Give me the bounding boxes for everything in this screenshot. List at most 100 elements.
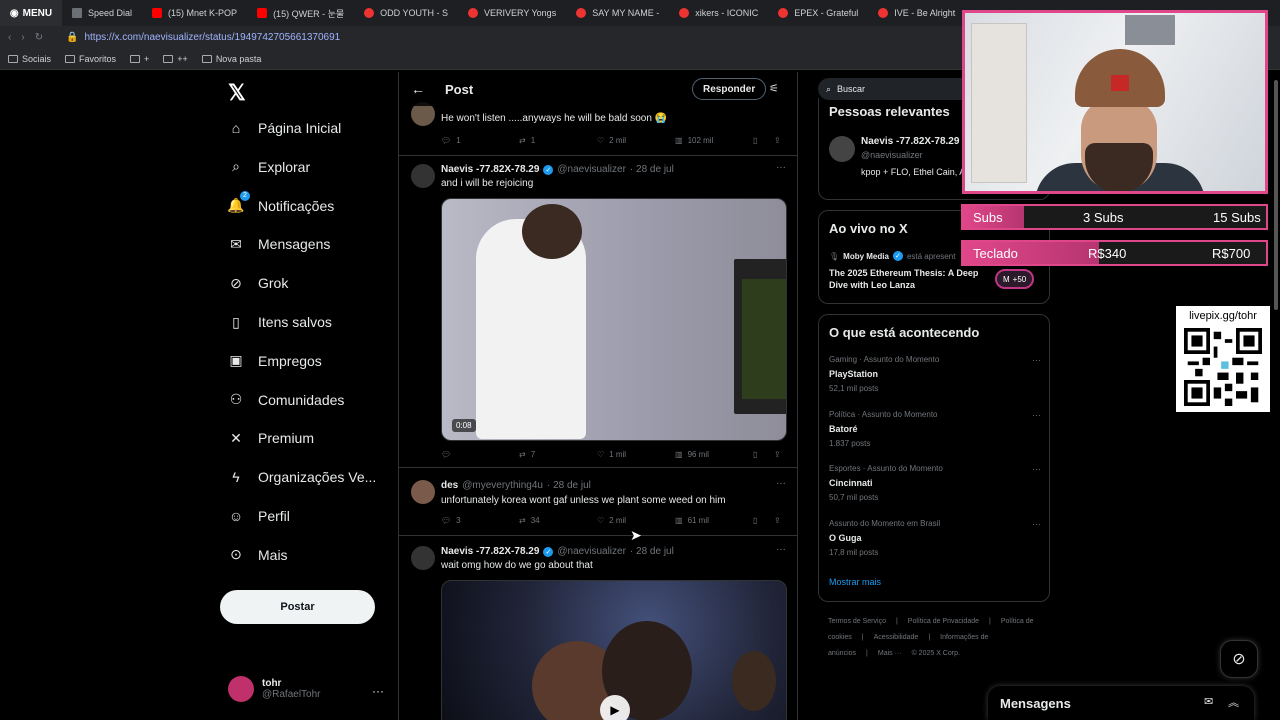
page-scrollbar[interactable]	[1272, 72, 1280, 720]
nav-item[interactable]: ⊙ Mais	[228, 546, 287, 563]
account-switcher[interactable]: tohr @RafaelTohr	[228, 676, 321, 702]
forward-icon[interactable]: ›	[21, 32, 24, 43]
tweet-date[interactable]: · 28 de jul	[547, 480, 591, 491]
tweet-item[interactable]: Naevis -77.82X-78.29 ✓ @naevisualizer · …	[399, 156, 797, 468]
bookmark-folder[interactable]: ++	[163, 54, 188, 64]
trend-more-icon[interactable]: ···	[1032, 410, 1041, 420]
live-source[interactable]: 🎙︎ Moby Media ✓ está apresent	[829, 251, 955, 261]
live-listeners-badge[interactable]: M +50	[995, 269, 1035, 289]
messages-dock[interactable]: Mensagens ✉ ︽	[988, 686, 1254, 720]
account-more-icon[interactable]: ···	[372, 684, 384, 698]
browser-tab[interactable]: SAY MY NAME -	[566, 0, 669, 26]
nav-item[interactable]: ✉ Mensagens	[228, 236, 330, 253]
browser-tab[interactable]: Speed Dial	[62, 0, 142, 26]
live-title[interactable]: The 2025 Ethereum Thesis: A Deep Dive wi…	[829, 267, 979, 291]
footer-link[interactable]: Acessibilidade	[874, 634, 919, 641]
footer-link[interactable]: Termos de Serviço	[828, 618, 886, 625]
bookmark-folder[interactable]: Sociais	[8, 54, 51, 64]
retweet-action[interactable]: ⇄ 7	[519, 450, 535, 459]
trend-more-icon[interactable]: ···	[1032, 355, 1041, 365]
compose-message-icon[interactable]: ✉	[1204, 695, 1213, 708]
author-handle[interactable]: @myeverything4u	[462, 480, 543, 491]
show-more-link[interactable]: Mostrar mais	[829, 577, 881, 587]
bookmark-action[interactable]: ▯	[753, 136, 757, 145]
scrollbar-thumb[interactable]	[1274, 80, 1278, 310]
trend-more-icon[interactable]: ···	[1032, 464, 1041, 474]
bookmark-action[interactable]: ▯	[753, 450, 757, 459]
browser-menu-button[interactable]: ◉ MENU	[0, 0, 62, 26]
bookmark-folder[interactable]: Favoritos	[65, 54, 116, 64]
tweet-item[interactable]: He won't listen .....anyways he will be …	[399, 98, 797, 156]
footer-link[interactable]: © 2025 X Corp.	[912, 650, 960, 657]
nav-item[interactable]: ⊘ Grok	[228, 275, 288, 292]
nav-item[interactable]: ▯ Itens salvos	[228, 314, 332, 331]
author-handle[interactable]: @naevisualizer	[557, 546, 626, 557]
play-icon[interactable]: ▶	[600, 695, 630, 720]
footer-link[interactable]: Política de Privacidade	[908, 618, 979, 625]
author-name[interactable]: Naevis -77.82X-78.29	[441, 164, 539, 175]
nav-item[interactable]: ⌕ Explorar	[228, 158, 310, 175]
share-action[interactable]: ⇪	[774, 516, 781, 525]
browser-tab[interactable]: IVE - Be Alright	[868, 0, 965, 26]
nav-item[interactable]: ✕ Premium	[228, 430, 314, 447]
trend-item[interactable]: Gaming · Assunto do Momento PlayStation 52…	[829, 355, 1041, 393]
reload-icon[interactable]: ↻	[35, 32, 43, 43]
like-action[interactable]: ♡ 1 mil	[597, 450, 626, 459]
back-arrow-icon[interactable]: ←	[411, 81, 425, 97]
url-field[interactable]: https://x.com/naevisualizer/status/19497…	[84, 32, 340, 43]
nav-item[interactable]: 🔔 2 Notificações	[227, 190, 334, 214]
reply-action[interactable]: 💬︎ 3	[441, 516, 461, 525]
retweet-action[interactable]: ⇄ 34	[519, 516, 540, 525]
nav-item[interactable]: ⌂ Página Inicial	[228, 120, 342, 136]
like-action[interactable]: ♡ 2 mil	[597, 516, 626, 525]
sliders-icon[interactable]: ⚟	[769, 82, 779, 95]
browser-tab[interactable]: (15) Mnet K-POP	[142, 0, 247, 26]
views-action[interactable]: ▥ 61 mil	[675, 516, 709, 525]
nav-item[interactable]: ϟ Organizações Ve...	[228, 469, 376, 485]
trend-item[interactable]: Esportes · Assunto do Momento Cincinnati 5…	[829, 464, 1041, 502]
trend-more-icon[interactable]: ···	[1032, 519, 1041, 529]
author-name[interactable]: des	[441, 480, 458, 491]
grok-icon[interactable]: ⊘	[1220, 640, 1258, 678]
nav-item[interactable]: ▣ Empregos	[228, 352, 321, 369]
trend-item[interactable]: Política · Assunto do Momento Batoré 1.837…	[829, 410, 1041, 448]
post-button[interactable]: Postar	[220, 590, 375, 624]
author-name[interactable]: Naevis -77.82X-78.29	[441, 546, 539, 557]
bookmark-action[interactable]: ▯	[753, 516, 757, 525]
expand-up-icon[interactable]: ︽	[1228, 694, 1239, 710]
nav-item[interactable]: ⚇ Comunidades	[228, 391, 345, 408]
avatar[interactable]	[829, 136, 855, 162]
nav-item[interactable]: ☺ Perfil	[228, 508, 290, 524]
relevant-name[interactable]: Naevis -77.82X-78.29	[861, 136, 959, 147]
reply-action[interactable]: 💬︎ 1	[441, 136, 461, 145]
retweet-action[interactable]: ⇄ 1	[519, 136, 535, 145]
share-action[interactable]: ⇪	[774, 450, 781, 459]
footer-link[interactable]: Mais ···	[878, 650, 902, 657]
browser-tab[interactable]: xikers - ICONIC	[669, 0, 768, 26]
tweet-more-icon[interactable]: ···	[776, 162, 786, 173]
like-action[interactable]: ♡ 2 mil	[597, 136, 626, 145]
views-action[interactable]: ▥ 96 mil	[675, 450, 709, 459]
browser-tab[interactable]: EPEX - Grateful	[768, 0, 868, 26]
tweet-more-icon[interactable]: ···	[776, 478, 786, 489]
tweet-date[interactable]: · 28 de jul	[630, 164, 674, 175]
browser-tab[interactable]: VERIVERY Yongs	[458, 0, 566, 26]
tweet-item[interactable]: Naevis -77.82X-78.29 ✓ @naevisualizer · …	[399, 538, 797, 720]
views-action[interactable]: ▥ 102 mil	[675, 136, 713, 145]
tweet-more-icon[interactable]: ···	[776, 544, 786, 555]
tweet-video[interactable]: ▶	[441, 580, 787, 720]
bookmark-folder[interactable]: +	[130, 54, 149, 64]
browser-tab[interactable]: (15) QWER - 눈물	[247, 0, 354, 26]
share-action[interactable]: ⇪	[774, 136, 781, 145]
relevant-handle[interactable]: @naevisualizer	[861, 150, 923, 160]
x-logo-icon[interactable]: 𝕏	[228, 80, 246, 106]
tweet-video[interactable]: 0:08	[441, 198, 787, 441]
reply-button[interactable]: Responder	[692, 78, 767, 100]
back-icon[interactable]: ‹	[8, 32, 11, 43]
reply-action[interactable]: 💬︎	[441, 450, 456, 459]
tweet-item[interactable]: des @myeverything4u · 28 de jul ··· unfo…	[399, 470, 797, 536]
trend-item[interactable]: Assunto do Momento em Brasil O Guga 17,8 m…	[829, 519, 1041, 557]
tweet-date[interactable]: · 28 de jul	[630, 546, 674, 557]
browser-tab[interactable]: ODD YOUTH - S	[354, 0, 458, 26]
author-handle[interactable]: @naevisualizer	[557, 164, 626, 175]
